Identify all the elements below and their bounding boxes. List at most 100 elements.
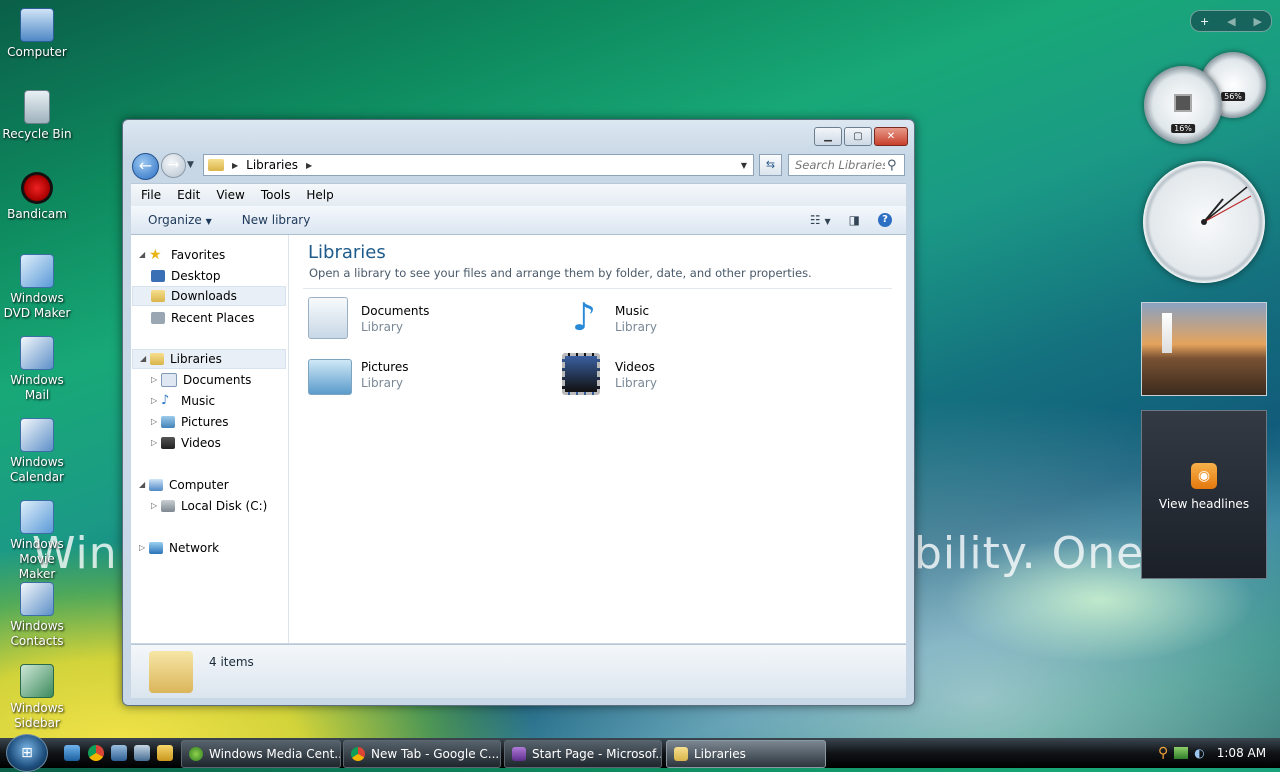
nav-recent-places[interactable]: Recent Places (151, 308, 254, 328)
show-desktop-icon[interactable] (111, 745, 127, 761)
taskbar-button-media-center[interactable]: Windows Media Cent... (181, 740, 341, 768)
nav-favorites[interactable]: ◢ ★ Favorites (139, 245, 225, 265)
previous-page-icon[interactable]: ◀ (1227, 15, 1235, 28)
feed-headlines-gadget[interactable]: ◉ View headlines (1141, 410, 1267, 579)
nav-downloads[interactable]: Downloads (132, 286, 286, 306)
volume-tray-icon[interactable]: ◐ (1194, 746, 1204, 760)
nav-documents[interactable]: ▷ Documents (151, 370, 251, 390)
nav-libraries[interactable]: ◢ Libraries (132, 349, 286, 369)
collapse-arrow-icon[interactable]: ▷ (151, 391, 161, 411)
expand-arrow-icon[interactable]: ◢ (139, 475, 149, 495)
desktop-icon-bandicam[interactable]: Bandicam (0, 172, 74, 222)
desktop-icon-dvd-maker[interactable]: Windows DVD Maker (0, 254, 74, 321)
network-tray-icon[interactable] (1174, 747, 1189, 759)
maximize-button[interactable]: ▢ (844, 127, 872, 146)
search-icon[interactable]: ⚲ (887, 158, 897, 173)
add-gadget-icon[interactable]: + (1200, 15, 1209, 28)
forward-arrow-icon: → (167, 157, 180, 173)
desktop-icon-mail[interactable]: Windows Mail (0, 336, 74, 403)
visual-studio-icon (512, 747, 526, 761)
back-button[interactable]: ← (132, 153, 159, 180)
chevron-down-icon: ▼ (205, 217, 212, 226)
collapse-arrow-icon[interactable]: ▷ (151, 412, 161, 432)
caption-buttons: ▁ ▢ ✕ (814, 127, 908, 146)
expand-arrow-icon[interactable]: ◢ (140, 349, 150, 369)
change-view-icon[interactable]: ☷ ▼ (810, 213, 831, 227)
breadcrumb-separator-icon[interactable]: ▶ (232, 161, 238, 170)
calendar-icon (20, 418, 54, 452)
taskbar-button-libraries[interactable]: Libraries (666, 740, 826, 768)
new-library-button[interactable]: New library (242, 213, 311, 227)
desktop-icon-recycle-bin[interactable]: Recycle Bin (0, 90, 74, 142)
chrome-icon[interactable] (88, 745, 104, 761)
view-headlines-label: View headlines (1158, 497, 1250, 511)
next-page-icon[interactable]: ▶ (1254, 15, 1262, 28)
close-button[interactable]: ✕ (874, 127, 908, 146)
clock-gadget[interactable] (1143, 161, 1265, 283)
menu-file[interactable]: File (141, 188, 161, 202)
desktop-icon-computer[interactable]: Computer (0, 8, 74, 60)
menu-view[interactable]: View (216, 188, 244, 202)
content-pane: Libraries Open a library to see your fil… (289, 235, 906, 643)
details-pane: 4 items (131, 644, 906, 698)
taskbar-button-start-page[interactable]: Start Page - Microsof... (504, 740, 662, 768)
address-dropdown-icon[interactable]: ▼ (741, 161, 747, 170)
nav-computer[interactable]: ◢ Computer (139, 475, 229, 495)
nav-local-disk[interactable]: ▷ Local Disk (C:) (151, 496, 267, 516)
collapse-arrow-icon[interactable]: ▷ (139, 538, 149, 558)
chrome-icon (351, 747, 365, 761)
collapse-arrow-icon[interactable]: ▷ (151, 496, 161, 516)
nav-pictures[interactable]: ▷ Pictures (151, 412, 229, 432)
window-body: ◢ ★ Favorites Desktop Downloads Recent P… (131, 235, 906, 643)
desktop-icon-movie-maker[interactable]: Windows Movie Maker (0, 500, 74, 582)
desktop-icon-contacts[interactable]: Windows Contacts (0, 582, 74, 649)
library-item-pictures[interactable]: Pictures Library (308, 353, 538, 401)
search-input[interactable] (789, 157, 887, 173)
videos-library-icon (562, 353, 600, 395)
view-controls: ☷ ▼ ◨ ? (810, 213, 892, 227)
ie-icon[interactable] (64, 745, 80, 761)
desktop-icon-calendar[interactable]: Windows Calendar (0, 418, 74, 485)
libraries-icon (150, 353, 164, 365)
library-item-music[interactable]: ♪ Music Library (562, 297, 792, 345)
network-icon (149, 542, 163, 554)
forward-button[interactable]: → (161, 153, 186, 178)
nav-network[interactable]: ▷ Network (139, 538, 219, 558)
expand-arrow-icon[interactable]: ◢ (139, 245, 149, 265)
collapse-arrow-icon[interactable]: ▷ (151, 370, 161, 390)
nav-desktop[interactable]: Desktop (151, 266, 221, 286)
breadcrumb-separator-icon[interactable]: ▶ (306, 161, 312, 170)
taskbar-button-chrome[interactable]: New Tab - Google C... (343, 740, 501, 768)
library-item-videos[interactable]: Videos Library (562, 353, 792, 401)
system-clock[interactable]: 1:08 AM (1217, 746, 1266, 760)
item-count: 4 items (209, 655, 254, 669)
menu-tools[interactable]: Tools (261, 188, 291, 202)
sidebar-controls: + ◀ ▶ (1190, 10, 1272, 32)
media-player-icon[interactable] (157, 745, 173, 761)
breadcrumb-libraries[interactable]: Libraries (246, 158, 298, 172)
search-box[interactable]: ⚲ (788, 154, 905, 176)
recent-pages-dropdown[interactable]: ▼ (187, 160, 194, 170)
help-icon[interactable]: ? (878, 213, 892, 227)
menu-edit[interactable]: Edit (177, 188, 200, 202)
menu-help[interactable]: Help (306, 188, 333, 202)
start-button[interactable]: ⊞ (6, 734, 48, 772)
minimize-button[interactable]: ▁ (814, 127, 842, 146)
music-library-icon: ♪ (571, 295, 597, 339)
desktop-icon-sidebar[interactable]: Windows Sidebar (0, 664, 74, 731)
switch-windows-icon[interactable] (134, 745, 150, 761)
address-bar[interactable]: ▶ Libraries ▶ ▼ (203, 154, 754, 176)
library-item-documents[interactable]: Documents Library (308, 297, 538, 345)
organize-button[interactable]: Organize ▼ (148, 213, 212, 227)
collapse-arrow-icon[interactable]: ▷ (151, 433, 161, 453)
refresh-icon: ⇆ (765, 158, 776, 171)
nav-videos[interactable]: ▷ Videos (151, 433, 221, 453)
slideshow-gadget[interactable] (1141, 302, 1267, 396)
lighthouse-image (1162, 313, 1172, 353)
search-tray-icon[interactable]: ⚲ (1158, 745, 1168, 761)
preview-pane-icon[interactable]: ◨ (849, 213, 860, 227)
nav-music[interactable]: ▷ ♪ Music (151, 391, 215, 411)
refresh-button[interactable]: ⇆ (759, 154, 782, 176)
cpu-gauge[interactable]: 16% (1144, 66, 1222, 144)
music-icon: ♪ (161, 393, 170, 408)
